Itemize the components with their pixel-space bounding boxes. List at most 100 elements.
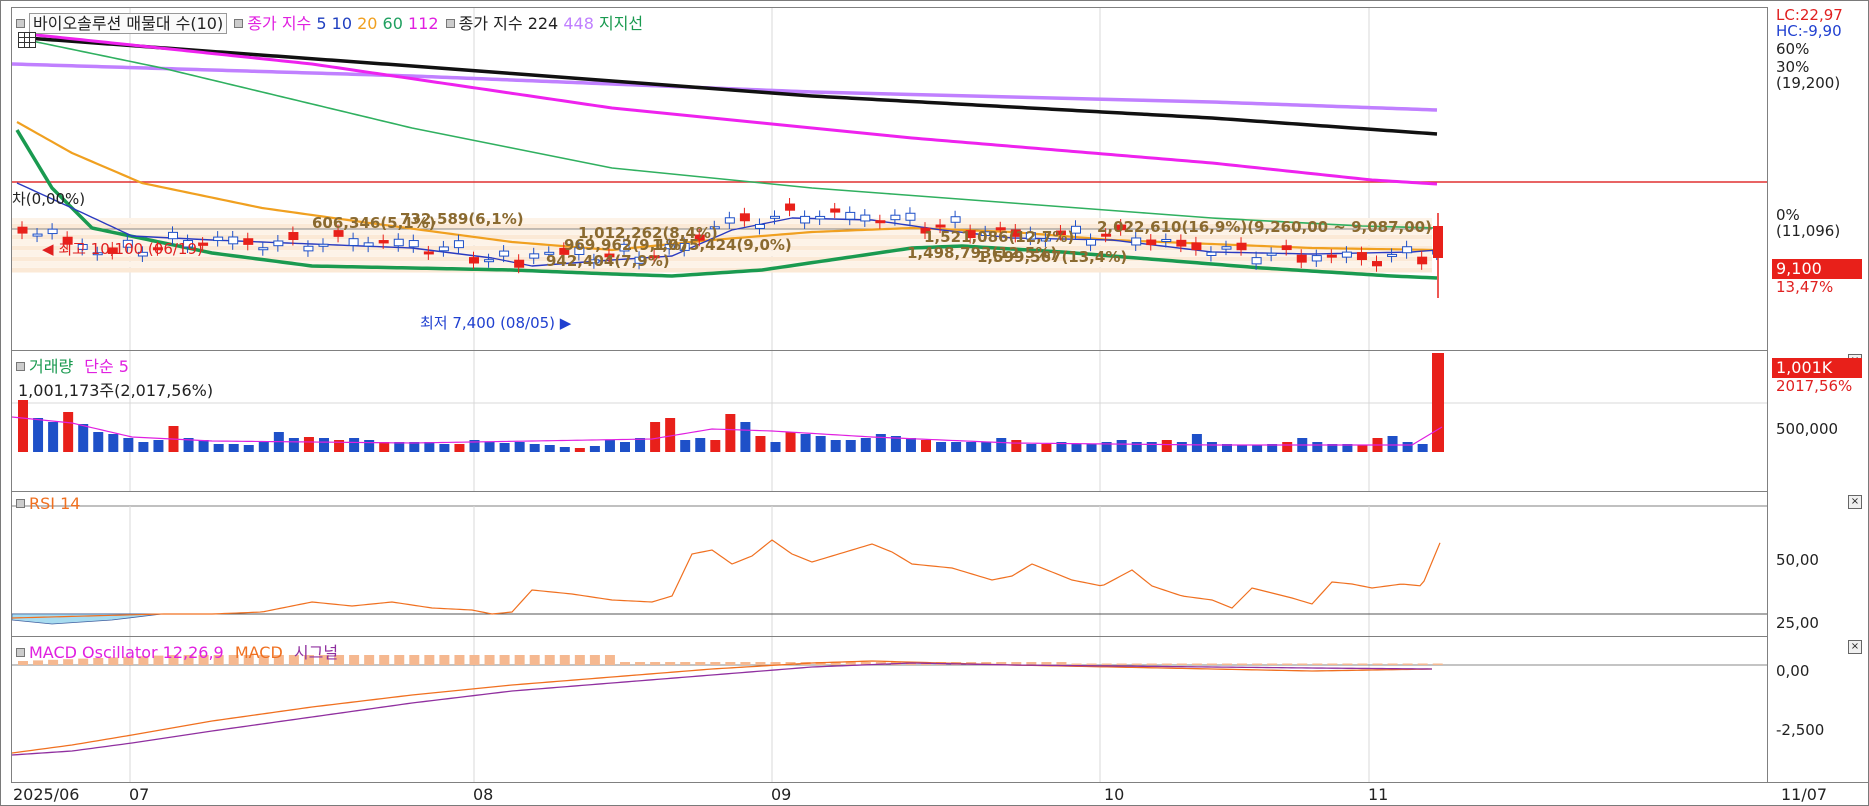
ma-period-60[interactable]: 60 <box>377 14 403 33</box>
ma448-legend[interactable]: 448 <box>563 14 594 33</box>
volume-bar <box>574 448 585 452</box>
volume-profile-label: 1,075,424(9,0%) <box>652 236 792 254</box>
macd-osc-bar <box>514 655 525 665</box>
candle <box>243 238 254 245</box>
macd-panel[interactable]: MACD Oscillator 12,26,9 MACD 시그널 <box>11 636 1768 784</box>
macd-osc-bar <box>364 655 375 665</box>
candle <box>318 243 329 247</box>
rsi-panel[interactable]: RSI 14 <box>11 491 1768 637</box>
candle <box>378 240 389 244</box>
macd-osc-bar <box>1297 663 1308 665</box>
macd-osc-bar <box>574 655 585 665</box>
close-icon[interactable]: × <box>1848 640 1862 654</box>
macd-osc-bar <box>1041 662 1052 665</box>
volume-bar <box>1282 442 1293 452</box>
macd-osc-bar <box>620 662 630 665</box>
macd-osc-bar <box>1372 663 1383 665</box>
volume-bar <box>1252 445 1263 452</box>
volume-bar <box>921 440 931 452</box>
volume-panel[interactable]: 거래량 단순 5 1,001,173주(2,017,56%) <box>11 350 1768 492</box>
volume-title[interactable]: 거래량 <box>29 357 73 376</box>
legend-toggle-icon[interactable] <box>16 499 25 508</box>
grid-icon[interactable] <box>18 32 36 48</box>
volume-bar <box>319 438 329 452</box>
volume-bar <box>33 418 44 452</box>
stock-title[interactable]: 바이오솔루션 매물대 수(10) <box>29 13 228 34</box>
price-axis-label: HC:-9,90 <box>1776 22 1842 40</box>
macd-osc-bar <box>424 655 435 665</box>
last-candle <box>1433 226 1443 258</box>
ma-period-20[interactable]: 20 <box>352 14 377 33</box>
candle <box>484 259 495 263</box>
volume-bar <box>123 438 134 452</box>
volume-bar <box>349 438 360 452</box>
rsi-plot <box>12 505 1767 636</box>
signal-label[interactable]: 시그널 <box>294 643 338 662</box>
candle <box>905 212 916 221</box>
price-panel[interactable]: 바이오솔루션 매물대 수(10) 종가 지수 5 10 20 60 112 종가… <box>11 7 1768 351</box>
macd-osc-bar <box>379 655 390 665</box>
macd-osc-bar <box>1342 663 1353 665</box>
legend-toggle-icon[interactable] <box>16 19 25 28</box>
candle <box>228 236 239 245</box>
x-axis: 2025/06 07 08 09 10 11 11/07 <box>11 782 1868 805</box>
legend-toggle-icon[interactable] <box>445 19 455 28</box>
candle <box>1206 251 1217 256</box>
macd-osc-bar <box>1071 663 1082 665</box>
macd-osc-bar <box>1176 663 1187 665</box>
legend-toggle-icon[interactable] <box>16 648 25 657</box>
close-icon[interactable]: × <box>1848 495 1862 509</box>
candle <box>1251 257 1262 265</box>
volume-bar <box>1417 444 1428 452</box>
volume-ma-label[interactable]: 단순 5 <box>84 357 129 376</box>
volume-bar <box>710 440 721 452</box>
high-annotation: ◀ 최고 10,100 (06/19) <box>42 240 203 258</box>
volume-bar <box>529 444 540 452</box>
volume-bar <box>288 438 299 452</box>
ma-period-5[interactable]: 5 <box>316 14 326 33</box>
ma-period-112[interactable]: 112 <box>403 14 439 33</box>
volume-bar <box>680 440 691 452</box>
x-axis-label: 07 <box>129 785 150 804</box>
macd-osc-bar <box>1191 663 1202 665</box>
macd-osc-bar <box>1252 663 1263 665</box>
signal-line <box>12 662 1433 756</box>
ma-legend-label[interactable]: 종가 지수 <box>247 14 311 33</box>
volume-bar <box>544 445 555 452</box>
volume-bar <box>996 438 1007 452</box>
volume-bar <box>620 442 630 452</box>
support-legend[interactable]: 지지선 <box>599 14 643 33</box>
rsi-title[interactable]: RSI 14 <box>29 494 80 513</box>
macd-osc-bar <box>1282 663 1293 665</box>
macd-osc-bar <box>1387 663 1398 665</box>
candle <box>860 214 871 222</box>
volume-bar <box>559 447 570 452</box>
volume-bar <box>258 442 269 452</box>
volume-bar <box>78 424 89 452</box>
ma-period-10[interactable]: 10 <box>327 14 352 33</box>
ma112-line <box>26 32 1438 186</box>
candle <box>845 211 856 220</box>
legend-toggle-icon[interactable] <box>234 19 244 28</box>
volume-bar <box>1176 442 1187 452</box>
volume-bar <box>860 438 871 452</box>
macd-label[interactable]: MACD <box>235 643 283 662</box>
macd-osc-bar <box>1131 663 1142 665</box>
volume-bar <box>951 442 962 452</box>
volume-bar <box>1131 442 1142 452</box>
candle <box>1402 246 1413 254</box>
candle <box>213 236 224 242</box>
x-axis-label: 11/07 <box>1781 785 1828 804</box>
candle <box>47 228 58 235</box>
macd-osc-label[interactable]: MACD Oscillator 12,26,9 <box>29 643 224 662</box>
candle <box>1176 239 1187 247</box>
macd-osc-bar <box>589 655 600 665</box>
volume-bar <box>439 444 450 452</box>
legend-toggle-icon[interactable] <box>16 362 25 371</box>
candle <box>875 220 886 224</box>
ma224-legend[interactable]: 종가 지수 224 <box>459 14 559 33</box>
macd-osc-bar <box>559 655 570 665</box>
macd-tick-neg: -2,500 <box>1776 721 1825 739</box>
volume-bar <box>424 442 435 452</box>
candle <box>514 259 525 268</box>
